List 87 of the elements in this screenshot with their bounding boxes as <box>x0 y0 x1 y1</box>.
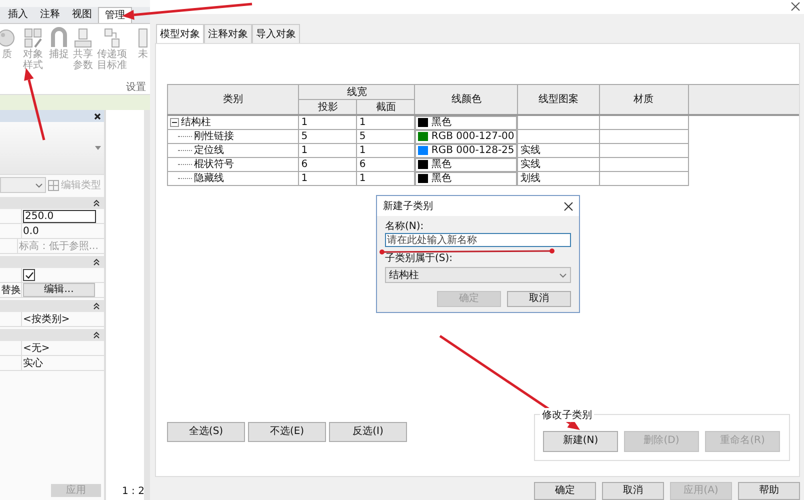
caret-icon <box>95 146 101 150</box>
table-cell: 1 <box>356 114 415 130</box>
category-name: 刚性链接 <box>194 130 234 143</box>
button[interactable]: 确定 <box>534 482 596 500</box>
collapse-icon[interactable] <box>170 118 179 128</box>
color-cell[interactable]: 黑色 <box>415 116 518 130</box>
chevron-icon <box>35 182 43 188</box>
button[interactable]: 新建(N) <box>543 431 618 452</box>
button[interactable]: 不选(E) <box>248 422 326 442</box>
table-cell: 5 <box>356 130 415 144</box>
table-cell: 1 <box>298 144 357 158</box>
property-value: <按类别> <box>23 312 70 326</box>
table-cell: 6 <box>356 158 415 172</box>
property-value: 标高：低于参照... <box>18 240 98 252</box>
property-value: 0.0 <box>23 224 39 238</box>
chevron-icon <box>559 272 567 278</box>
collapse-icon <box>93 258 100 266</box>
category-name: 棍状符号 <box>194 158 234 171</box>
table-cell: 1 <box>298 172 357 186</box>
close-icon <box>564 202 573 210</box>
color-cell[interactable]: 黑色 <box>415 158 518 172</box>
collapse-icon <box>93 199 100 207</box>
button[interactable]: 帮助 <box>738 482 800 500</box>
table-cell: 1 <box>356 144 415 158</box>
category-name: 隐藏线 <box>194 172 224 185</box>
color-name: 黑色 <box>431 172 452 185</box>
group-title: 修改子类别 <box>540 408 594 422</box>
button[interactable]: 全选(S) <box>167 422 245 442</box>
name-input[interactable]: 请在此处输入新名称 <box>385 233 571 247</box>
value-field[interactable]: 250.0 <box>23 210 96 222</box>
color-name: RGB 000-128-25 <box>431 144 514 157</box>
table-cell: 实线 <box>518 158 600 172</box>
button[interactable]: 取消 <box>507 291 571 307</box>
type-dropdown[interactable] <box>0 177 46 193</box>
category-name: 定位线 <box>194 144 224 157</box>
ribbon-tab[interactable]: 管理 <box>98 7 132 23</box>
color-name: 黑色 <box>431 116 452 129</box>
collapse-icon <box>93 302 100 310</box>
close-icon <box>791 2 800 11</box>
property-value: <无> <box>23 342 50 354</box>
close-icon <box>94 112 101 120</box>
group-header[interactable] <box>0 329 104 341</box>
table-cell: 1 <box>356 172 415 186</box>
column-header: 线型图案 <box>518 84 600 115</box>
view-scale[interactable]: 1 : 2 <box>106 486 144 500</box>
tab[interactable]: 注释对象 <box>204 24 252 43</box>
color-cell[interactable]: 黑色 <box>415 172 518 186</box>
column-header: 类别 <box>168 84 299 115</box>
category-name: 结构柱 <box>181 116 211 129</box>
group-header[interactable] <box>0 300 104 312</box>
documents-icon <box>102 27 122 49</box>
property-value: 实心 <box>23 356 43 370</box>
grid-pencil-icon <box>23 27 43 49</box>
column-header: 截面 <box>356 99 415 115</box>
ribbon-tab[interactable]: 插入 <box>2 7 34 23</box>
table-cell: 6 <box>298 158 357 172</box>
group-label: 设置 <box>126 80 146 94</box>
column-header: 线颜色 <box>414 84 518 115</box>
color-name: 黑色 <box>431 158 452 171</box>
grid-icon <box>48 180 59 190</box>
magnet-icon <box>49 27 69 49</box>
color-cell[interactable]: RGB 000-127-00 <box>415 130 518 144</box>
field-label: 子类别属于(S): <box>385 253 454 265</box>
column-header: 材质 <box>599 84 688 115</box>
group-header[interactable] <box>0 197 104 209</box>
collapse-icon <box>93 331 100 339</box>
dialog-title: 新建子类别 <box>383 200 433 213</box>
button[interactable]: 反选(I) <box>329 422 407 442</box>
color-name: RGB 000-127-00 <box>431 130 514 143</box>
table-cell: 划线 <box>518 172 600 186</box>
parent-dropdown[interactable]: 结构柱 <box>385 267 571 283</box>
tab[interactable]: 模型对象 <box>156 24 204 43</box>
field-label: 名称(N): <box>385 221 425 233</box>
property-label: 替换 <box>1 284 21 297</box>
color-cell[interactable]: RGB 000-128-25 <box>415 144 518 158</box>
column-header: 线宽 <box>298 84 415 100</box>
column-header: 投影 <box>298 99 357 115</box>
button[interactable]: 取消 <box>602 482 664 500</box>
tab[interactable]: 导入对象 <box>252 24 300 43</box>
table-cell: 1 <box>298 114 357 130</box>
ribbon-tab[interactable]: 注释 <box>34 7 66 23</box>
checkbox[interactable] <box>23 269 35 281</box>
hand-document-icon <box>73 27 93 49</box>
ribbon-tab[interactable]: 视图 <box>66 7 98 23</box>
table-cell: 实线 <box>518 144 600 158</box>
table-cell: 5 <box>298 130 357 144</box>
edit-button[interactable]: 编辑... <box>23 283 95 297</box>
